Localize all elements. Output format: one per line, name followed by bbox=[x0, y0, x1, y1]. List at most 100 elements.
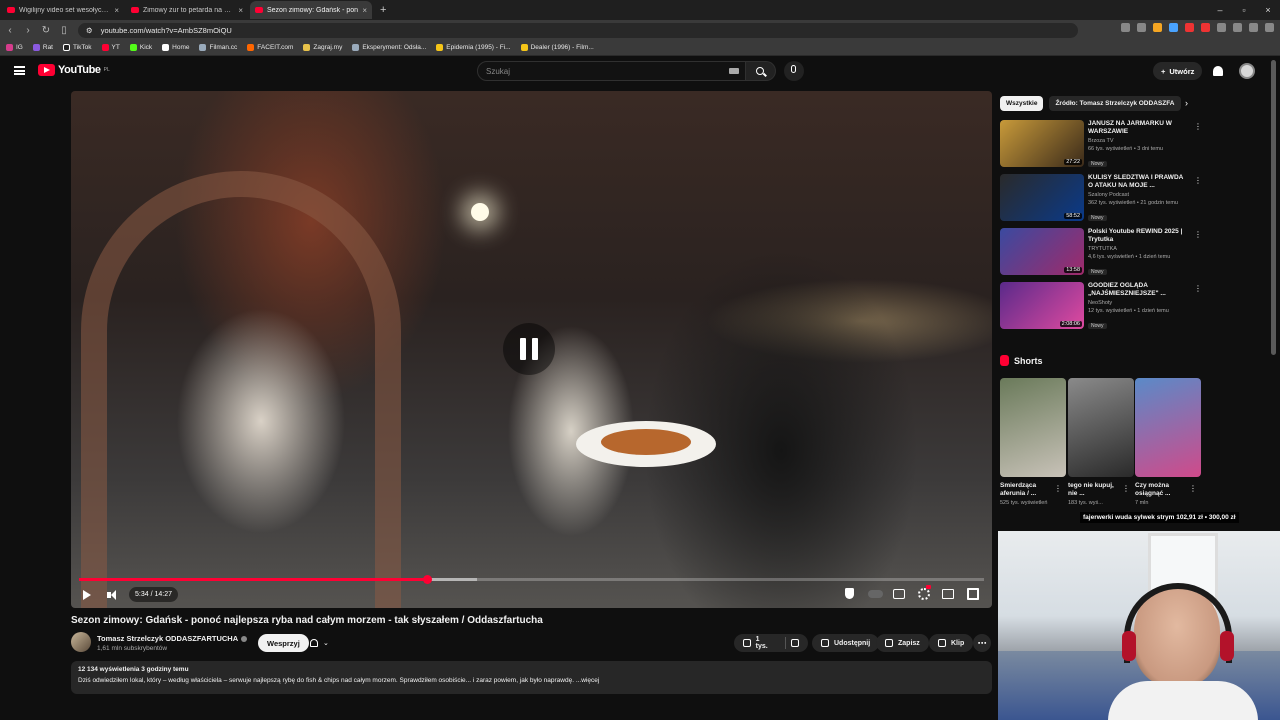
video-title[interactable]: KULISY ŚLEDZTWA I PRAWDA O ATAKU NA MOJE… bbox=[1088, 174, 1188, 190]
download-icon[interactable] bbox=[1233, 23, 1242, 32]
bookmark-item[interactable]: Dealer (1996) - Film... bbox=[520, 44, 594, 51]
video-player[interactable]: 5:34 / 14:27 bbox=[71, 91, 992, 608]
extension-icon[interactable] bbox=[1185, 23, 1194, 32]
bookmark-item[interactable]: Home bbox=[162, 44, 189, 51]
recommended-video[interactable]: 2:08:06 GOODIEZ OGLĄDA „NAJŚMIESZNIEJSZE"… bbox=[1000, 282, 1202, 330]
share-button[interactable]: Udostępnij bbox=[812, 634, 880, 652]
address-bar[interactable]: ⚙ youtube.com/watch?v=AmbSZ8mOiQU bbox=[78, 22, 1078, 38]
kebab-menu-icon[interactable]: ⋮ bbox=[1122, 484, 1130, 493]
close-window-icon[interactable]: × bbox=[1256, 5, 1280, 15]
recommended-video[interactable]: 13:58 Polski Youtube REWIND 2025 | Trytut… bbox=[1000, 228, 1202, 276]
short-item[interactable]: Śmierdząca aferunia / ... 525 tys. wyświe… bbox=[1000, 378, 1066, 528]
bookmark-item[interactable]: YT bbox=[101, 44, 120, 51]
progress-scrubber[interactable] bbox=[423, 575, 433, 584]
reload-icon[interactable]: ↻ bbox=[38, 25, 54, 36]
keyboard-icon[interactable] bbox=[729, 68, 739, 74]
new-tab-icon[interactable]: + bbox=[380, 4, 386, 16]
close-tab-icon[interactable]: × bbox=[114, 6, 119, 15]
channel-name[interactable]: NeoShoty bbox=[1088, 300, 1188, 306]
bookmark-item[interactable]: Filman.cc bbox=[199, 44, 237, 51]
youtube-logo[interactable]: YouTube PL bbox=[38, 64, 110, 76]
page-scrollbar[interactable] bbox=[1271, 60, 1276, 355]
kebab-menu-icon[interactable]: ⋮ bbox=[1194, 176, 1202, 185]
channel-name[interactable]: TRYTUTKA bbox=[1088, 246, 1188, 252]
forward-icon[interactable]: › bbox=[20, 25, 36, 36]
kebab-menu-icon[interactable]: ⋮ bbox=[1194, 122, 1202, 131]
short-thumbnail[interactable] bbox=[1068, 378, 1134, 477]
channel-name[interactable]: Tomasz Strzelczyk ODDASZFARTUCHA bbox=[97, 634, 248, 643]
description-box[interactable]: 12 134 wyświetlenia 3 godziny temu Dziś … bbox=[71, 661, 992, 694]
miniplayer-icon[interactable] bbox=[942, 589, 954, 599]
bookmark-item[interactable]: IG bbox=[6, 44, 23, 51]
maximize-icon[interactable]: ▫ bbox=[1232, 5, 1256, 15]
settings-icon[interactable] bbox=[918, 588, 930, 600]
bookmark-item[interactable]: Epidemia (1995) - Fi... bbox=[436, 44, 511, 51]
browser-tab[interactable]: Zimowy żur to petarda na każdy dzie × bbox=[126, 1, 248, 19]
bookmark-page-icon[interactable]: ▯ bbox=[56, 25, 72, 36]
chevron-right-icon[interactable]: › bbox=[1185, 98, 1188, 108]
bookmark-item[interactable]: Zagraj.my bbox=[303, 44, 342, 51]
recommended-video[interactable]: 27:22 JANUSZ NA JARMARKU W WARSZAWIE Brzoz… bbox=[1000, 120, 1202, 168]
kebab-menu-icon[interactable]: ⋮ bbox=[1194, 230, 1202, 239]
short-title[interactable]: tego nie kupuj, nie ... bbox=[1068, 482, 1122, 498]
recommended-video[interactable]: 58:52 KULISY ŚLEDZTWA I PRAWDA O ATAKU NA… bbox=[1000, 174, 1202, 222]
close-tab-icon[interactable]: × bbox=[238, 6, 243, 15]
site-info-icon[interactable]: ⚙ bbox=[86, 26, 93, 35]
voice-search-button[interactable] bbox=[784, 61, 804, 81]
video-thumbnail[interactable]: 58:52 bbox=[1000, 174, 1084, 221]
fullscreen-icon[interactable] bbox=[967, 588, 979, 600]
autoplay-toggle[interactable] bbox=[868, 590, 883, 598]
kebab-menu-icon[interactable]: ⋮ bbox=[1054, 484, 1062, 493]
extension-icon[interactable] bbox=[1249, 23, 1258, 32]
search-button[interactable] bbox=[746, 61, 776, 81]
extension-icon[interactable] bbox=[1137, 23, 1146, 32]
short-item[interactable]: tego nie kupuj, nie ... 183 tys. wyś... ⋮ bbox=[1068, 378, 1134, 528]
bookmark-item[interactable]: TikTok bbox=[63, 44, 92, 51]
channel-name[interactable]: Brzoza TV bbox=[1088, 138, 1188, 144]
pause-icon[interactable] bbox=[503, 323, 555, 375]
progress-bar[interactable] bbox=[79, 575, 984, 584]
volume-icon[interactable] bbox=[107, 588, 119, 602]
more-icon[interactable]: ⋯ bbox=[973, 634, 991, 652]
dislike-icon[interactable] bbox=[791, 639, 799, 647]
channel-name[interactable]: Szalony Podcast bbox=[1088, 192, 1188, 198]
video-thumbnail[interactable]: 2:08:06 bbox=[1000, 282, 1084, 329]
chip-source[interactable]: Źródło: Tomasz Strzelczyk ODDASZFA bbox=[1049, 95, 1181, 111]
short-thumbnail[interactable] bbox=[1000, 378, 1066, 477]
back-icon[interactable]: ‹ bbox=[2, 25, 18, 36]
extension-icon[interactable] bbox=[1217, 23, 1226, 32]
video-title[interactable]: JANUSZ NA JARMARKU W WARSZAWIE bbox=[1088, 120, 1188, 136]
menu-icon[interactable] bbox=[1265, 23, 1274, 32]
chip-all[interactable]: Wszystkie bbox=[1000, 95, 1044, 111]
extension-icon[interactable] bbox=[1121, 23, 1130, 32]
clip-button[interactable]: Klip bbox=[929, 634, 974, 652]
bookmark-item[interactable]: Eksperyment: Odsła... bbox=[352, 44, 426, 51]
short-title[interactable]: Czy można osiągnąć ... bbox=[1135, 482, 1189, 498]
like-button[interactable]: 1 tys. bbox=[734, 634, 808, 652]
video-thumbnail[interactable]: 27:22 bbox=[1000, 120, 1084, 167]
search-input[interactable]: Szukaj bbox=[477, 61, 746, 81]
save-button[interactable]: Zapisz bbox=[876, 634, 929, 652]
avatar[interactable] bbox=[1239, 63, 1255, 79]
play-icon[interactable] bbox=[83, 588, 93, 602]
extension-icon[interactable] bbox=[1201, 23, 1210, 32]
short-title[interactable]: Śmierdząca aferunia / ... bbox=[1000, 482, 1054, 498]
minimize-icon[interactable]: – bbox=[1208, 5, 1232, 15]
kebab-menu-icon[interactable]: ⋮ bbox=[1189, 484, 1197, 493]
browser-tab[interactable]: Wigilijny video set wesołych świąt ko × bbox=[2, 1, 124, 19]
extension-icon[interactable] bbox=[1169, 23, 1178, 32]
video-title[interactable]: GOODIEZ OGLĄDA „NAJŚMIESZNIEJSZE" ... bbox=[1088, 282, 1188, 298]
bell-icon[interactable] bbox=[1213, 66, 1223, 76]
shield-icon[interactable] bbox=[845, 588, 854, 599]
bookmark-item[interactable]: FACEIT.com bbox=[247, 44, 293, 51]
bookmark-item[interactable]: Kick bbox=[129, 44, 152, 51]
short-thumbnail[interactable] bbox=[1135, 378, 1201, 477]
create-button[interactable]: + Utwórz bbox=[1153, 62, 1203, 80]
subtitles-icon[interactable] bbox=[893, 589, 905, 599]
support-button[interactable]: Wesprzyj bbox=[258, 634, 309, 652]
video-thumbnail[interactable]: 13:58 bbox=[1000, 228, 1084, 275]
short-item[interactable]: Czy można osiągnąć ... 7 mln ⋮ bbox=[1135, 378, 1201, 528]
bookmark-item[interactable]: Rat bbox=[32, 44, 53, 51]
browser-tab-active[interactable]: Sezon zimowy: Gdańsk - pon × bbox=[250, 1, 372, 19]
close-tab-icon[interactable]: × bbox=[362, 6, 367, 15]
